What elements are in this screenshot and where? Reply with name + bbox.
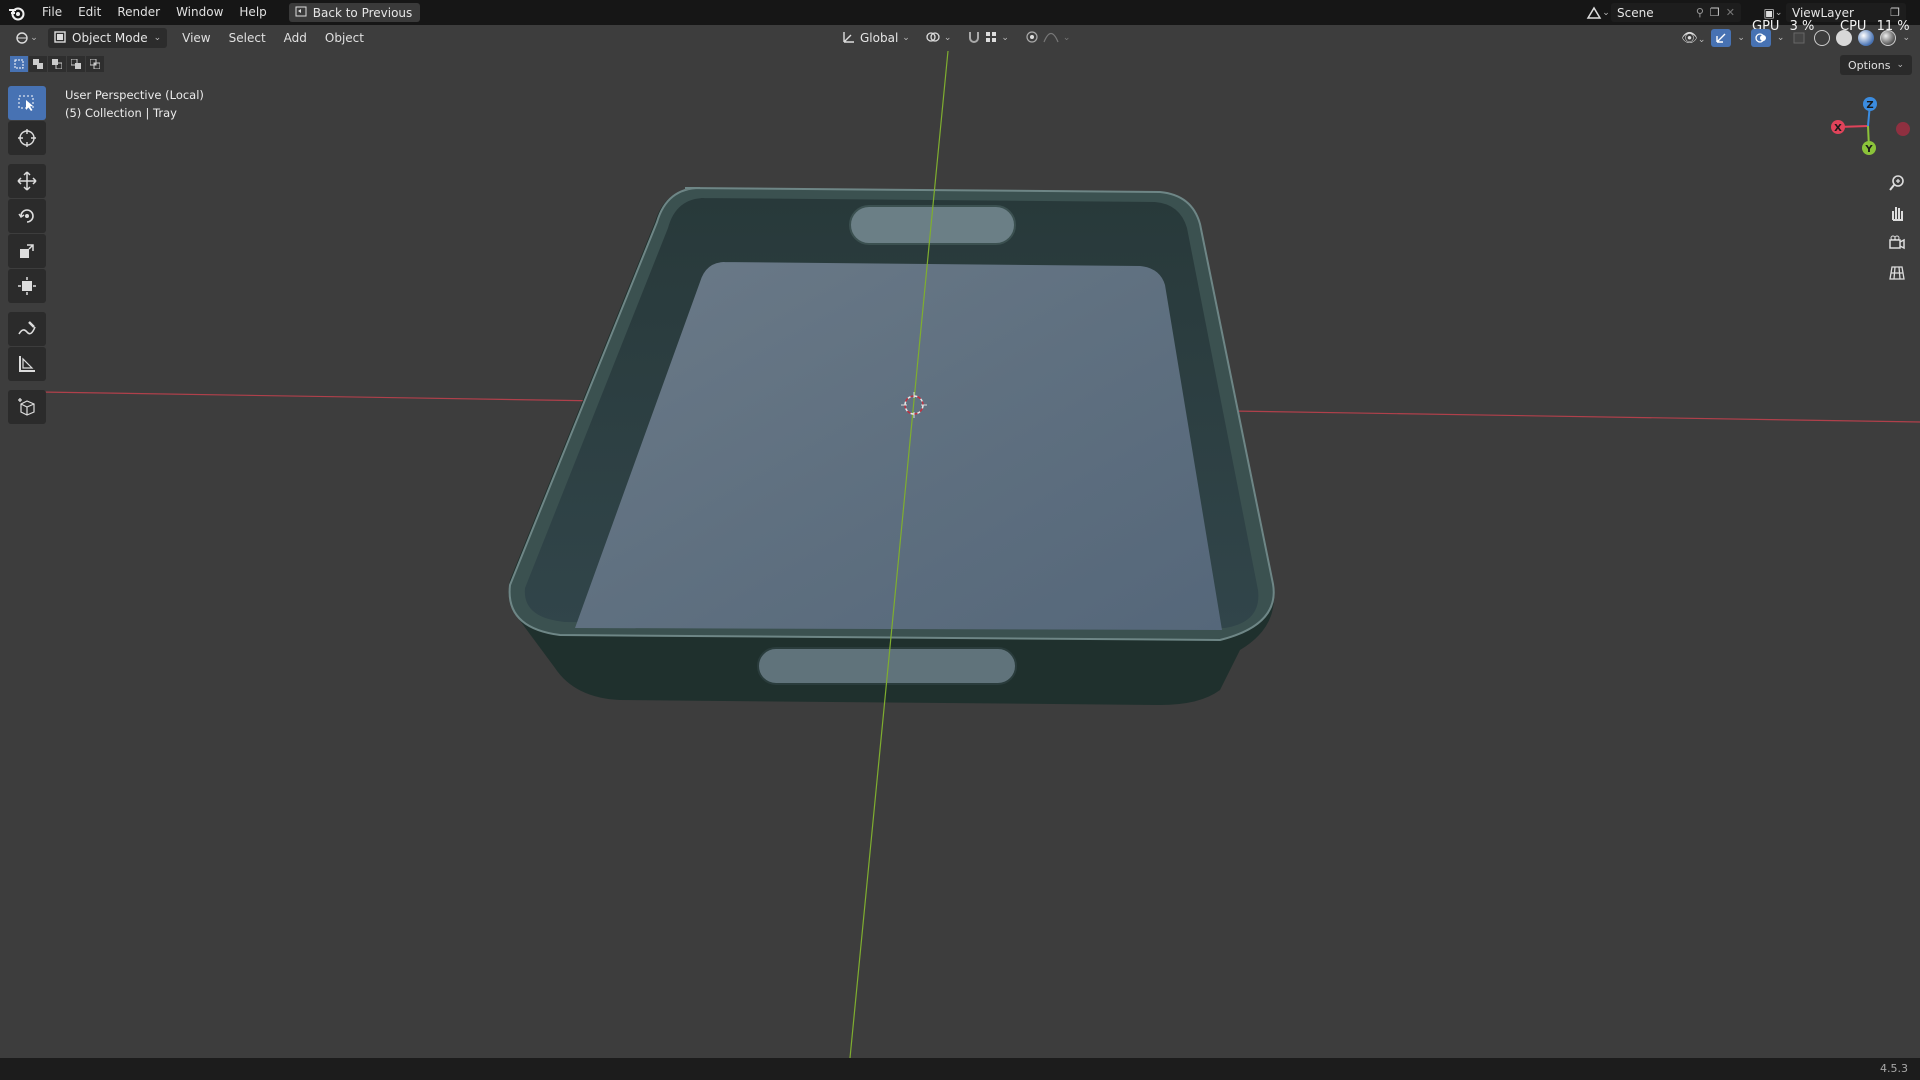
new-scene-icon[interactable]: ❐ xyxy=(1710,6,1720,19)
viewport-3d[interactable] xyxy=(0,51,1920,1058)
magnet-icon xyxy=(967,30,981,47)
menu-add[interactable]: Add xyxy=(275,25,316,51)
menu-render[interactable]: Render xyxy=(109,0,168,25)
gizmo-y-label: Y xyxy=(1864,144,1873,155)
scene-name-field[interactable]: Scene ⚲ ❐ ✕ xyxy=(1611,3,1741,22)
status-bar: 4.5.3 xyxy=(0,1058,1920,1080)
viewport-info: User Perspective (Local) (5) Collection … xyxy=(65,86,204,122)
selection-mode-group xyxy=(10,56,104,72)
view-name: User Perspective (Local) xyxy=(65,88,204,102)
menu-select[interactable]: Select xyxy=(220,25,275,51)
shading-options-chevron[interactable]: ⌄ xyxy=(1902,33,1910,43)
view-layer-name: ViewLayer xyxy=(1792,5,1854,20)
scene-type-icon[interactable]: ⌄ xyxy=(1585,6,1611,20)
navigation-gizmo[interactable]: X Y Z xyxy=(1825,92,1915,162)
object-mode-dropdown[interactable]: Object Mode ⌄ xyxy=(48,28,168,48)
rotate-tool[interactable] xyxy=(8,199,46,233)
visibility-icon[interactable]: 👁⌄ xyxy=(1681,31,1705,46)
viewport-navigation xyxy=(1880,168,1914,288)
gizmo-z-label: Z xyxy=(1866,100,1873,111)
zoom-icon[interactable] xyxy=(1880,168,1914,198)
xray-toggle-icon[interactable] xyxy=(1790,29,1808,47)
view-layer-type-icon[interactable]: ▣ ⌄ xyxy=(1760,6,1786,20)
viewport-right-tools: 👁⌄ ⌄ ⌄ ⌄ xyxy=(1681,29,1910,47)
scene-name: Scene xyxy=(1617,5,1654,20)
camera-view-icon[interactable] xyxy=(1880,228,1914,258)
overlays-toggle-icon[interactable] xyxy=(1750,29,1771,47)
gizmo-x-label: X xyxy=(1834,123,1842,134)
pivot-point-dropdown[interactable]: ⌄ xyxy=(922,28,956,48)
snap-toggle[interactable]: ⌄ xyxy=(963,28,1013,48)
measure-tool[interactable] xyxy=(8,347,46,381)
select-invert-icon[interactable] xyxy=(67,56,85,72)
select-box-tool[interactable] xyxy=(8,86,46,120)
add-cube-tool[interactable] xyxy=(8,390,46,424)
proportional-editing-toggle[interactable]: ⌄ xyxy=(1021,28,1075,48)
viewport-header: ⌄ Object Mode ⌄ View Select Add Object G… xyxy=(0,25,1920,51)
pin-icon[interactable]: ⚲ xyxy=(1696,6,1704,19)
tool-shelf xyxy=(8,86,48,425)
menu-object[interactable]: Object xyxy=(316,25,373,51)
transform-tools-group: Global ⌄ ⌄ ⌄ ⌄ xyxy=(838,28,1074,48)
menu-edit[interactable]: Edit xyxy=(70,0,109,25)
cursor-tool[interactable] xyxy=(8,121,46,155)
menu-help[interactable]: Help xyxy=(231,0,274,25)
select-subtract-icon[interactable] xyxy=(48,56,66,72)
object-mode-icon xyxy=(54,30,66,46)
select-extend-icon[interactable] xyxy=(29,56,47,72)
editor-type-selector[interactable]: ⌄ xyxy=(10,28,42,48)
orientation-icon xyxy=(842,30,856,47)
scale-tool[interactable] xyxy=(8,234,46,268)
pivot-icon xyxy=(926,30,940,47)
back-to-previous-button[interactable]: Back to Previous xyxy=(288,3,421,22)
falloff-icon xyxy=(1043,31,1059,46)
perspective-toggle-icon[interactable] xyxy=(1880,258,1914,288)
proportional-icon xyxy=(1025,30,1039,47)
chevron-down-icon: ⌄ xyxy=(153,33,162,43)
version-label: 4.5.3 xyxy=(1880,1062,1908,1075)
collection-info: (5) Collection | Tray xyxy=(65,106,177,120)
solid-shading-icon[interactable] xyxy=(1836,30,1853,46)
chevron-down-icon: ⌄ xyxy=(1896,60,1904,70)
menu-file[interactable]: File xyxy=(34,0,70,25)
back-to-previous-label: Back to Previous xyxy=(312,5,413,20)
rendered-shading-icon[interactable] xyxy=(1880,30,1897,46)
annotate-tool[interactable] xyxy=(8,312,46,346)
transform-tool[interactable] xyxy=(8,269,46,303)
object-mode-label: Object Mode xyxy=(72,31,148,45)
scene-selector: ⌄ Scene ⚲ ❐ ✕ xyxy=(1585,3,1741,22)
close-scene-icon[interactable]: ✕ xyxy=(1726,6,1735,19)
move-tool[interactable] xyxy=(8,164,46,198)
options-label: Options xyxy=(1848,58,1891,72)
pan-hand-icon[interactable] xyxy=(1880,198,1914,228)
new-view-layer-icon[interactable]: ❐ xyxy=(1890,6,1900,19)
gizmo-toggle-icon[interactable] xyxy=(1711,29,1732,47)
select-new-icon[interactable] xyxy=(10,56,28,72)
wireframe-shading-icon[interactable] xyxy=(1814,30,1831,46)
transform-orientation-dropdown[interactable]: Global ⌄ xyxy=(838,28,914,48)
transform-orientation-label: Global xyxy=(860,31,899,45)
options-dropdown[interactable]: Options ⌄ xyxy=(1840,55,1912,75)
menu-window[interactable]: Window xyxy=(168,0,231,25)
snap-grid-icon xyxy=(985,31,997,46)
blender-logo-icon[interactable] xyxy=(0,0,34,25)
select-intersect-icon[interactable] xyxy=(86,56,104,72)
back-icon xyxy=(295,6,307,20)
menu-view[interactable]: View xyxy=(173,25,219,51)
gizmo-neg-x[interactable] xyxy=(1896,122,1910,136)
material-preview-shading-icon[interactable] xyxy=(1858,30,1875,46)
